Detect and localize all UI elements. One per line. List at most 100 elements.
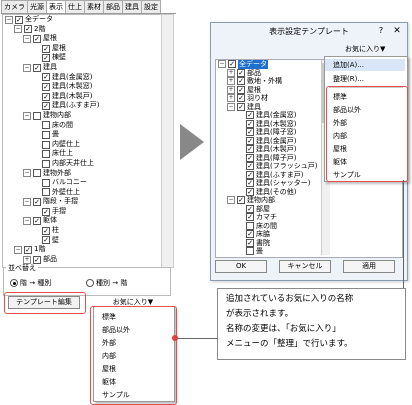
checkbox[interactable] [42, 73, 50, 82]
tab-4[interactable]: 素材 [84, 0, 104, 13]
left-tree-view[interactable]: −全データ−2階−屋根屋根棟壁−建具建具(金属窓)建具(木製窓)建具(木製戸)建… [2, 14, 162, 268]
checkbox[interactable] [246, 145, 254, 154]
ok-button[interactable]: OK [215, 260, 267, 273]
cancel-button[interactable]: キャンセル [279, 260, 331, 273]
tree-row[interactable]: 建具(ふすま戸) [3, 101, 161, 111]
checkbox[interactable] [42, 54, 50, 63]
tree-row[interactable]: 部屋 [216, 205, 402, 214]
checkbox[interactable] [237, 77, 245, 86]
close-icon[interactable]: ✕ [391, 25, 403, 37]
checkbox[interactable] [246, 128, 254, 137]
tree-row[interactable]: − 2階 [3, 25, 161, 35]
checkbox[interactable] [42, 121, 50, 130]
checkbox[interactable] [42, 44, 50, 53]
tree-row[interactable]: − 建具 [3, 63, 161, 73]
checkbox[interactable] [237, 102, 245, 111]
collapse-icon[interactable]: − [14, 25, 22, 34]
tree-row[interactable]: 棟壁 [3, 53, 161, 63]
sort-radio-type-floor[interactable] [86, 279, 94, 287]
collapse-icon[interactable]: − [14, 246, 22, 255]
tree-row[interactable]: 建具(木製窓) [3, 82, 161, 92]
expand-icon[interactable]: + [23, 255, 31, 264]
collapse-icon[interactable]: − [23, 198, 31, 207]
expand-icon[interactable]: + [227, 77, 235, 86]
checkbox[interactable] [246, 221, 254, 230]
tree-row[interactable]: 屋根 [3, 44, 161, 54]
collapse-icon[interactable]: − [23, 169, 31, 178]
checkbox[interactable] [33, 255, 41, 264]
checkbox[interactable] [237, 68, 245, 77]
tree-row[interactable]: − 屋根 [3, 34, 161, 44]
tree-row[interactable]: 建具(その他) [216, 188, 402, 197]
checkbox[interactable] [42, 102, 50, 111]
expand-icon[interactable]: + [227, 94, 235, 103]
collapse-icon[interactable]: − [218, 60, 226, 69]
tree-row[interactable]: 外壁仕上 [3, 188, 161, 198]
tree-row[interactable]: 内壁仕上 [3, 140, 161, 150]
collapse-icon[interactable]: − [227, 196, 235, 205]
checkbox[interactable] [33, 111, 41, 120]
checkbox[interactable] [33, 198, 41, 207]
tab-1[interactable]: 光源 [27, 0, 47, 13]
tree-row[interactable]: − 建物内部 [3, 111, 161, 121]
sort-radio-floor-type[interactable] [10, 279, 18, 287]
checkbox[interactable] [42, 130, 50, 139]
checkbox[interactable] [42, 150, 50, 159]
checkbox[interactable] [42, 92, 50, 101]
collapse-icon[interactable]: − [227, 102, 235, 111]
checkbox[interactable] [33, 217, 41, 226]
collapse-icon[interactable]: − [5, 15, 13, 24]
collapse-icon[interactable]: − [23, 34, 31, 43]
collapse-icon[interactable]: − [23, 111, 31, 120]
checkbox[interactable] [42, 236, 50, 245]
checkbox[interactable] [246, 187, 254, 196]
checkbox[interactable] [33, 63, 41, 72]
checkbox[interactable] [237, 94, 245, 103]
apply-button[interactable]: 適用 [343, 260, 395, 273]
checkbox[interactable] [42, 188, 50, 197]
tree-row[interactable]: 畳 [3, 130, 161, 140]
tree-row[interactable]: 床の間 [216, 222, 402, 231]
checkbox[interactable] [228, 60, 236, 69]
checkbox[interactable] [237, 196, 245, 205]
tree-row[interactable]: 床脇 [216, 230, 402, 239]
checkbox[interactable] [246, 170, 254, 179]
checkbox[interactable] [42, 178, 50, 187]
checkbox[interactable] [246, 179, 254, 188]
checkbox[interactable] [33, 169, 41, 178]
checkbox[interactable] [246, 111, 254, 120]
tree-row[interactable]: − 1階 [3, 245, 161, 255]
checkbox[interactable] [237, 85, 245, 94]
checkbox[interactable] [42, 140, 50, 149]
tab-6[interactable]: 建具 [122, 0, 142, 13]
tree-row[interactable]: 壁 [3, 236, 161, 246]
checkbox[interactable] [33, 34, 41, 43]
checkbox[interactable] [246, 247, 254, 256]
tree-row[interactable]: − 全データ [3, 15, 161, 25]
dialog-favorites-button[interactable]: お気に入り▼ [345, 43, 401, 56]
menu-add-item[interactable]: 追加(A)... [325, 59, 407, 71]
tab-5[interactable]: 部品 [103, 0, 123, 13]
expand-icon[interactable]: + [227, 85, 235, 94]
checkbox[interactable] [246, 230, 254, 239]
tab-0[interactable]: カメラ [1, 0, 28, 13]
tree-row[interactable]: 畳 [216, 247, 402, 256]
tree-row[interactable]: − 階段・手摺 [3, 197, 161, 207]
checkbox[interactable] [24, 246, 32, 255]
tree-row[interactable]: 柱 [3, 226, 161, 236]
template-edit-button[interactable]: テンプレート編集 [8, 296, 80, 309]
checkbox[interactable] [24, 25, 32, 34]
tree-row[interactable]: − 躯体 [3, 216, 161, 226]
left-tree-scrollbar[interactable] [161, 14, 174, 268]
tree-row[interactable]: 書院 [216, 239, 402, 248]
tree-row[interactable]: 床仕上 [3, 149, 161, 159]
help-icon[interactable]: ? [375, 25, 387, 37]
tree-row[interactable]: − 建物内部 [216, 196, 402, 205]
tree-row[interactable]: − 建物外部 [3, 169, 161, 179]
tree-row[interactable]: カマチ [216, 213, 402, 222]
menu-organize-item[interactable]: 整理(R)... [325, 73, 407, 85]
tab-3[interactable]: 仕上 [65, 0, 85, 13]
checkbox[interactable] [42, 82, 50, 91]
tree-row[interactable]: + 部品 [3, 255, 161, 265]
tree-row[interactable]: 内部天井仕上 [3, 159, 161, 169]
